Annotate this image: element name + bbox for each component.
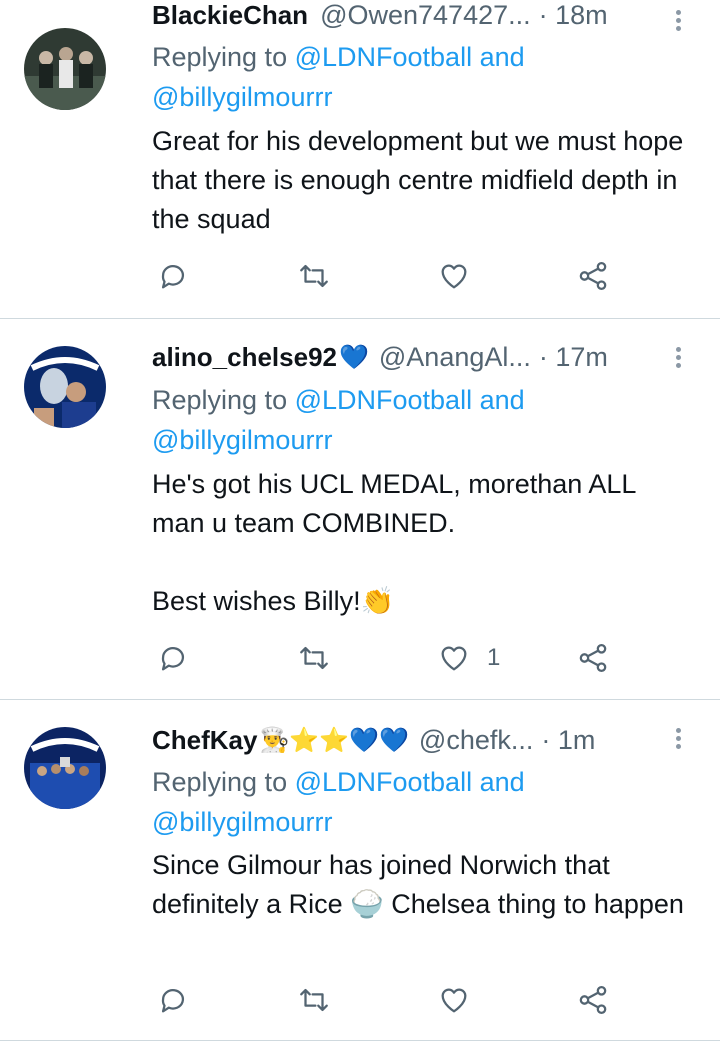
name-emoji: 💙 xyxy=(339,343,369,371)
mention-and: and xyxy=(472,385,525,415)
replying-prefix: Replying to xyxy=(152,385,295,415)
avatar-image xyxy=(24,727,106,809)
heart-icon xyxy=(441,264,467,289)
retweet-button[interactable] xyxy=(297,256,331,296)
heart-icon xyxy=(441,988,467,1013)
timestamp[interactable]: · 18m xyxy=(539,0,608,31)
heart-icon xyxy=(441,646,467,671)
retweet-button[interactable] xyxy=(297,980,331,1020)
divider xyxy=(0,1040,720,1041)
display-name[interactable]: alino_chelse92 xyxy=(152,342,337,373)
reply-button[interactable] xyxy=(156,980,190,1020)
tweet-2[interactable]: alino_chelse92 💙 @AnangAl... · 17m Reply… xyxy=(0,319,720,699)
reply-button[interactable] xyxy=(156,638,190,678)
more-vertical-icon[interactable] xyxy=(676,725,684,752)
mention-link[interactable]: @billygilmourrr xyxy=(152,807,332,837)
reply-icon xyxy=(161,646,185,671)
tweet-actions xyxy=(152,256,642,296)
mention-and: and xyxy=(472,767,525,797)
tweet-3[interactable]: ChefKay 👨‍🍳⭐⭐💙💙 @chefk... · 1m Replying … xyxy=(0,700,720,1042)
replying-to: Replying to @LDNFootball and @billygilmo… xyxy=(152,380,692,460)
name-emoji: 👨‍🍳⭐⭐💙💙 xyxy=(259,726,409,754)
avatar[interactable] xyxy=(24,346,106,428)
user-handle[interactable]: @AnangAl... xyxy=(379,342,531,373)
mention-link[interactable]: @LDNFootball xyxy=(295,42,472,72)
timestamp[interactable]: · 17m xyxy=(539,342,608,373)
tweet-text: Great for his development but we must ho… xyxy=(152,126,691,234)
avatar[interactable] xyxy=(24,28,106,110)
share-icon xyxy=(579,985,607,1015)
mention-link[interactable]: @LDNFootball xyxy=(295,385,472,415)
mention-link[interactable]: @LDNFootball xyxy=(295,767,472,797)
user-handle[interactable]: @Owen747427... xyxy=(320,0,531,31)
reply-icon xyxy=(161,264,185,289)
reply-button[interactable] xyxy=(156,256,190,296)
retweet-icon xyxy=(300,264,328,288)
display-name[interactable]: ChefKay xyxy=(152,725,257,756)
retweet-icon xyxy=(300,988,328,1012)
like-button[interactable]: 1 xyxy=(437,638,500,678)
avatar-image xyxy=(24,346,106,428)
retweet-button[interactable] xyxy=(297,638,331,678)
tweet-header: alino_chelse92 💙 @AnangAl... · 17m xyxy=(152,339,680,375)
display-name[interactable]: BlackieChan xyxy=(152,0,308,31)
timestamp[interactable]: · 1m xyxy=(541,725,595,756)
user-handle[interactable]: @chefk... xyxy=(419,725,533,756)
tweet-header: ChefKay 👨‍🍳⭐⭐💙💙 @chefk... · 1m xyxy=(152,722,680,758)
avatar[interactable] xyxy=(24,727,106,809)
mention-and: and xyxy=(472,42,525,72)
tweet-actions xyxy=(152,980,642,1020)
mention-link[interactable]: @billygilmourrr xyxy=(152,82,332,112)
avatar-image xyxy=(24,28,106,110)
share-button[interactable] xyxy=(576,256,610,296)
tweet-text: He's got his UCL MEDAL, morethan ALL man… xyxy=(152,469,636,616)
share-button[interactable] xyxy=(576,980,610,1020)
replying-prefix: Replying to xyxy=(152,767,295,797)
reply-icon xyxy=(161,988,185,1013)
share-icon xyxy=(579,261,607,291)
share-button[interactable] xyxy=(576,638,610,678)
replying-to: Replying to @LDNFootball and @billygilmo… xyxy=(152,762,692,842)
mention-link[interactable]: @billygilmourrr xyxy=(152,425,332,455)
tweet-actions: 1 xyxy=(152,638,642,678)
like-button[interactable] xyxy=(437,256,487,296)
replying-to: Replying to @LDNFootball and @billygilmo… xyxy=(152,37,692,117)
tweet-1[interactable]: BlackieChan @Owen747427... · 18m Replyin… xyxy=(0,0,720,318)
tweet-header: BlackieChan @Owen747427... · 18m xyxy=(152,0,680,33)
share-icon xyxy=(579,643,607,673)
tweet-text: Since Gilmour has joined Norwich that de… xyxy=(152,850,684,919)
like-count: 1 xyxy=(487,644,501,671)
retweet-icon xyxy=(300,646,328,670)
more-vertical-icon[interactable] xyxy=(676,7,684,34)
more-vertical-icon[interactable] xyxy=(676,344,684,371)
replying-prefix: Replying to xyxy=(152,42,295,72)
like-button[interactable] xyxy=(437,980,487,1020)
